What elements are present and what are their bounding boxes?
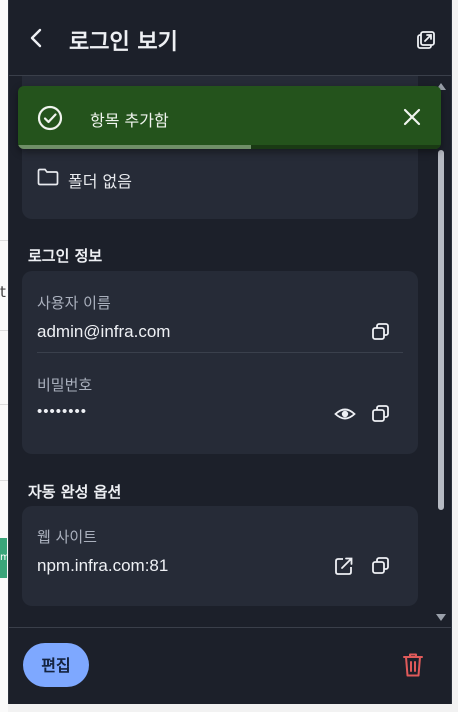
username-label: 사용자 이름 (37, 294, 111, 312)
website-label: 웹 사이트 (37, 528, 97, 546)
check-circle-icon (37, 105, 63, 131)
copy-password-icon[interactable] (371, 404, 391, 424)
panel-header: 로그인 보기 (9, 0, 451, 76)
scrollbar-thumb[interactable] (438, 150, 444, 510)
toast-message: 항목 추가함 (90, 111, 169, 130)
field-divider (37, 352, 403, 353)
username-value[interactable]: admin@infra.com (37, 322, 170, 342)
background-divider (0, 330, 8, 331)
popout-icon[interactable] (416, 30, 436, 50)
trash-icon[interactable] (402, 652, 424, 678)
scroll-down-icon[interactable] (436, 614, 446, 621)
success-toast: 항목 추가함 (18, 86, 441, 149)
login-info-heading: 로그인 정보 (28, 247, 103, 265)
copy-username-icon[interactable] (371, 322, 391, 342)
panel-footer: 편집 (9, 627, 451, 704)
background-divider (0, 480, 8, 481)
autofill-options-heading: 자동 완성 옵션 (28, 483, 122, 501)
folder-label: 폴더 없음 (68, 172, 132, 191)
password-label: 비밀번호 (37, 376, 93, 394)
login-info-card: 사용자 이름 admin@infra.com 비밀번호 •••••••• (22, 271, 418, 454)
background-badge-fragment: m (0, 538, 7, 578)
background-divider (0, 404, 8, 405)
website-value[interactable]: npm.infra.com:81 (37, 556, 168, 576)
chevron-left-icon[interactable] (25, 26, 49, 50)
page-title: 로그인 보기 (69, 30, 178, 55)
background-page (0, 0, 8, 712)
scroll-content[interactable]: 폴더 없음 로그인 정보 사용자 이름 admin@infra.com 비밀번호… (9, 76, 451, 626)
toast-progress-bar (18, 145, 251, 149)
password-value[interactable]: •••••••• (37, 403, 87, 420)
background-text-fragment: t (0, 283, 6, 301)
launch-icon[interactable] (334, 556, 354, 576)
close-icon[interactable] (402, 107, 422, 127)
background-divider (0, 240, 8, 241)
eye-icon[interactable] (334, 404, 356, 424)
copy-website-icon[interactable] (371, 556, 391, 576)
autofill-card: 웹 사이트 npm.infra.com:81 (22, 506, 418, 606)
folder-icon (37, 168, 59, 186)
edit-button[interactable]: 편집 (23, 643, 89, 687)
